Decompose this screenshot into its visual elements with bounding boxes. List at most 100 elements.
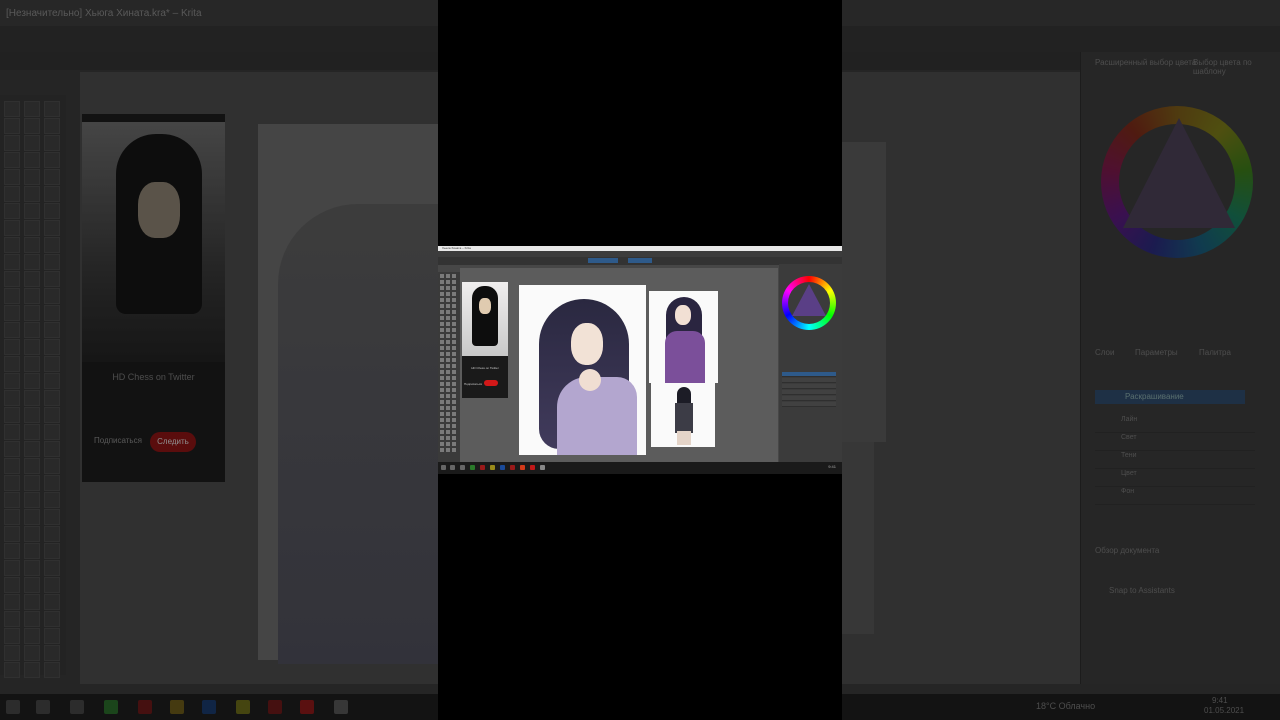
tool-button[interactable] [440, 370, 444, 374]
embedded-layer-row[interactable] [782, 384, 836, 389]
tool-button[interactable] [452, 382, 456, 386]
bg-layer-selected-label: Раскрашивание [1125, 392, 1184, 401]
embedded-phone-caption-1: HD Chess on Twitter [471, 366, 499, 370]
tool-button[interactable] [440, 304, 444, 308]
tool-button[interactable] [446, 442, 450, 446]
tool-button[interactable] [446, 400, 450, 404]
tool-button[interactable] [440, 358, 444, 362]
tool-button[interactable] [440, 418, 444, 422]
tool-button[interactable] [452, 448, 456, 452]
tool-button[interactable] [440, 376, 444, 380]
tool-button[interactable] [446, 430, 450, 434]
tool-button[interactable] [446, 370, 450, 374]
tool-button[interactable] [446, 346, 450, 350]
tool-button[interactable] [440, 364, 444, 368]
tool-button[interactable] [440, 352, 444, 356]
tool-button[interactable] [452, 400, 456, 404]
embedded-layer-row[interactable] [782, 390, 836, 395]
embedded-layer-row[interactable] [782, 396, 836, 401]
tool-button[interactable] [446, 388, 450, 392]
tool-button[interactable] [446, 322, 450, 326]
tool-button[interactable] [440, 274, 444, 278]
tool-button[interactable] [452, 370, 456, 374]
tool-button[interactable] [440, 346, 444, 350]
tool-button[interactable] [452, 310, 456, 314]
embedded-layer-row[interactable] [782, 378, 836, 383]
tool-button[interactable] [452, 442, 456, 446]
tool-button[interactable] [446, 274, 450, 278]
tool-button[interactable] [446, 292, 450, 296]
tool-button[interactable] [440, 334, 444, 338]
tool-button[interactable] [446, 394, 450, 398]
tool-button[interactable] [452, 388, 456, 392]
tool-button[interactable] [440, 406, 444, 410]
tool-button[interactable] [446, 334, 450, 338]
tool-button[interactable] [452, 280, 456, 284]
tool-button[interactable] [452, 346, 456, 350]
tool-button[interactable] [446, 298, 450, 302]
tool-button[interactable] [452, 418, 456, 422]
tool-button[interactable] [452, 424, 456, 428]
tool-button[interactable] [440, 298, 444, 302]
tool-button[interactable] [440, 286, 444, 290]
tool-button[interactable] [452, 394, 456, 398]
tool-button[interactable] [446, 406, 450, 410]
tool-button[interactable] [440, 430, 444, 434]
tool-button[interactable] [440, 400, 444, 404]
tool-button[interactable] [446, 364, 450, 368]
embedded-color-triangle[interactable] [792, 284, 826, 316]
tool-button[interactable] [452, 436, 456, 440]
embedded-reference-phone: HD Chess on Twitter Подписаться [462, 282, 508, 398]
tool-button[interactable] [440, 340, 444, 344]
tool-button[interactable] [452, 406, 456, 410]
tool-button[interactable] [452, 292, 456, 296]
tool-button[interactable] [452, 430, 456, 434]
tool-button[interactable] [440, 280, 444, 284]
tool-button[interactable] [446, 310, 450, 314]
tool-button[interactable] [452, 358, 456, 362]
tool-button[interactable] [452, 376, 456, 380]
tool-button[interactable] [446, 412, 450, 416]
tool-button[interactable] [452, 352, 456, 356]
tool-button[interactable] [440, 322, 444, 326]
tool-button[interactable] [452, 316, 456, 320]
tool-button[interactable] [446, 382, 450, 386]
tool-button[interactable] [446, 418, 450, 422]
tool-button[interactable] [440, 424, 444, 428]
tool-button[interactable] [452, 340, 456, 344]
tool-button[interactable] [452, 322, 456, 326]
tool-button[interactable] [440, 328, 444, 332]
tool-button[interactable] [440, 448, 444, 452]
tool-button[interactable] [440, 310, 444, 314]
tool-button[interactable] [452, 298, 456, 302]
tool-button[interactable] [446, 448, 450, 452]
tool-button[interactable] [446, 436, 450, 440]
tool-button[interactable] [452, 364, 456, 368]
tool-button[interactable] [452, 412, 456, 416]
tool-button[interactable] [440, 292, 444, 296]
tool-button[interactable] [440, 442, 444, 446]
tool-button[interactable] [446, 376, 450, 380]
tool-button[interactable] [446, 328, 450, 332]
tool-button[interactable] [452, 274, 456, 278]
tool-button[interactable] [452, 286, 456, 290]
tool-button[interactable] [446, 424, 450, 428]
embedded-layer-row[interactable] [782, 402, 836, 407]
tool-button[interactable] [440, 388, 444, 392]
tool-button[interactable] [446, 280, 450, 284]
embedded-layer-selected[interactable] [782, 372, 836, 377]
tool-button[interactable] [440, 382, 444, 386]
tool-button[interactable] [452, 328, 456, 332]
tool-button[interactable] [446, 316, 450, 320]
tool-button[interactable] [446, 352, 450, 356]
tool-button[interactable] [440, 394, 444, 398]
tool-button[interactable] [452, 304, 456, 308]
tool-button[interactable] [452, 334, 456, 338]
tool-button[interactable] [440, 436, 444, 440]
tool-button[interactable] [446, 340, 450, 344]
tool-button[interactable] [440, 316, 444, 320]
tool-button[interactable] [440, 412, 444, 416]
tool-button[interactable] [446, 304, 450, 308]
tool-button[interactable] [446, 286, 450, 290]
tool-button[interactable] [446, 358, 450, 362]
